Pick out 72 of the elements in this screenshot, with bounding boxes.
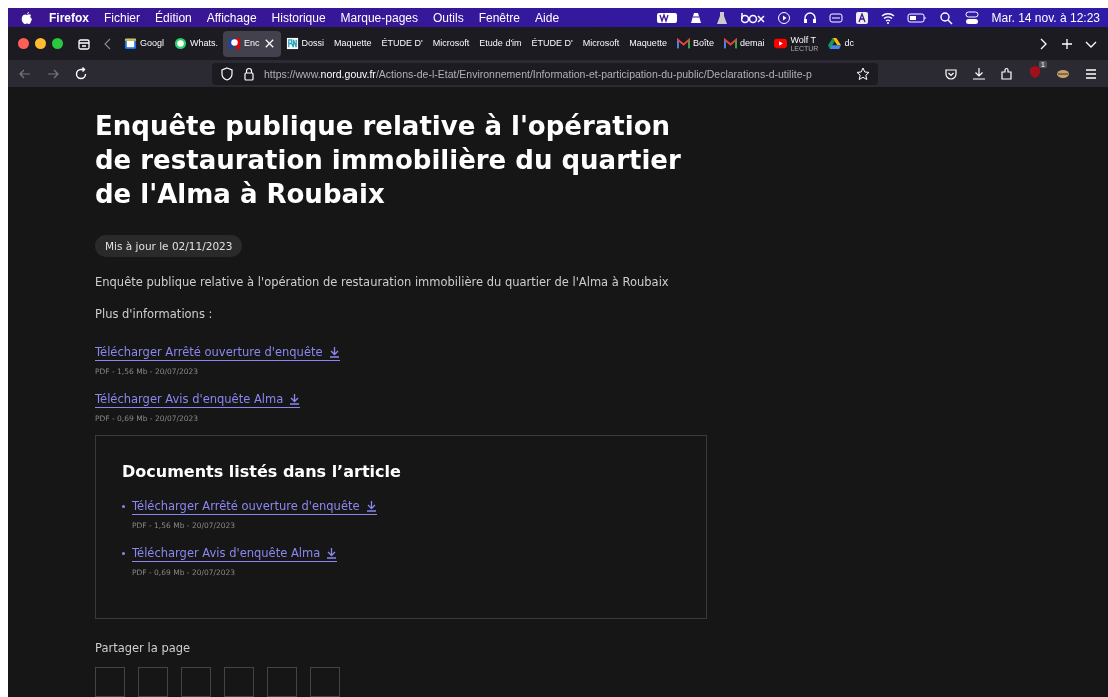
download-icon[interactable] bbox=[972, 66, 986, 81]
menu-item[interactable]: Firefox bbox=[49, 10, 89, 25]
calendar-icon bbox=[124, 37, 137, 51]
browser-tab[interactable]: Microsoft bbox=[427, 30, 475, 57]
download-icon bbox=[328, 346, 340, 358]
lock-icon[interactable] bbox=[242, 66, 256, 81]
browser-tab[interactable]: Maquette bbox=[624, 30, 672, 57]
new-tab-icon[interactable] bbox=[1060, 36, 1074, 51]
menu-item[interactable]: Édition bbox=[155, 10, 192, 25]
menu-item[interactable]: Affichage bbox=[206, 10, 257, 25]
browser-tab[interactable]: Boîte bbox=[671, 30, 719, 57]
play-icon[interactable] bbox=[777, 10, 792, 25]
browser-tab[interactable]: ÉTUDE D' bbox=[526, 30, 578, 57]
shield-icon[interactable] bbox=[220, 66, 234, 81]
profile-icon bbox=[228, 37, 242, 51]
browser-tab[interactable]: Microsoft bbox=[577, 30, 625, 57]
download-link[interactable]: Télécharger Arrêté ouverture d'enquête bbox=[132, 499, 377, 515]
browser-tab[interactable]: ÉTUDE D' bbox=[376, 30, 428, 57]
panel-title: Documents listés dans l’article bbox=[122, 462, 402, 481]
browser-tab[interactable]: dc bbox=[823, 30, 859, 57]
mail-icon bbox=[723, 37, 737, 51]
section-label: Plus d'informations : bbox=[95, 307, 214, 321]
minimize-window-button[interactable] bbox=[35, 38, 46, 50]
menu-item[interactable]: Marque-pages bbox=[340, 10, 418, 25]
download-icon bbox=[289, 393, 301, 405]
flask-icon[interactable] bbox=[715, 10, 730, 25]
browser-tab[interactable]: Dossi bbox=[280, 30, 330, 57]
intro-text: Enquête publique relative à l'opération de restauration immobilière du quartier de l'Alma à Roubaix bbox=[95, 275, 670, 289]
bullet-icon bbox=[122, 552, 125, 556]
menu-item[interactable]: Fichier bbox=[104, 10, 141, 25]
menu-item[interactable]: Fenêtre bbox=[478, 10, 521, 25]
chat-bubble-icon bbox=[174, 37, 188, 51]
pocket-icon[interactable] bbox=[944, 66, 958, 81]
update-date-tag: Mis à jour le 02/11/2023 bbox=[95, 235, 243, 257]
page-title: Enquête publique relative à l'opération de restauration immobilière du quartier de l'Alma à Roubaix bbox=[95, 110, 682, 211]
control-center-icon[interactable] bbox=[965, 10, 980, 25]
menu-item[interactable]: Aide bbox=[535, 10, 560, 25]
star-icon[interactable] bbox=[856, 66, 870, 81]
download-icon bbox=[365, 500, 377, 512]
maximize-window-button[interactable] bbox=[52, 38, 63, 50]
reload-icon[interactable] bbox=[74, 66, 88, 81]
browser-tab[interactable]: Enc bbox=[223, 30, 281, 57]
close-window-button[interactable] bbox=[18, 38, 29, 50]
tab-overview-icon[interactable] bbox=[77, 36, 91, 51]
bullet-icon bbox=[122, 505, 125, 509]
menu-item[interactable]: Outils bbox=[433, 10, 464, 25]
battery-icon[interactable] bbox=[907, 10, 928, 25]
download-link[interactable]: Télécharger Avis d'enquête Alma bbox=[95, 392, 301, 408]
browser-tab[interactable]: Whats. bbox=[169, 30, 224, 57]
input-source-icon[interactable] bbox=[855, 10, 870, 25]
clock[interactable]: Mar. 14 nov. à 12:23 bbox=[991, 10, 1100, 25]
headphones-icon[interactable] bbox=[803, 10, 818, 25]
address-field[interactable]: https://www.nord.gouv.fr/Actions-de-l-Etat/Environnement/Information-et-participation-du-public/Declarations-d-utilite-p bbox=[212, 62, 878, 85]
search-icon[interactable] bbox=[939, 10, 954, 25]
menu-icon[interactable] bbox=[1084, 66, 1098, 81]
browser-tab[interactable]: Googl bbox=[119, 30, 170, 57]
triangle-logo-icon bbox=[828, 37, 842, 51]
download-icon bbox=[326, 547, 338, 559]
logo-icon bbox=[285, 37, 299, 51]
browser-tab[interactable]: Etude d'im bbox=[474, 30, 527, 57]
apple-icon[interactable] bbox=[20, 10, 34, 25]
menu-item[interactable]: Historique bbox=[271, 10, 326, 25]
share-label: Partager la page bbox=[95, 641, 192, 655]
traffic-cone-icon[interactable] bbox=[689, 10, 704, 25]
download-link[interactable]: Télécharger Arrêté ouverture d'enquête bbox=[95, 345, 340, 361]
mail-icon bbox=[676, 37, 690, 51]
cloud-storage-icon[interactable] bbox=[741, 10, 766, 25]
browser-tab[interactable]: Maquette bbox=[329, 30, 377, 57]
download-link[interactable]: Télécharger Avis d'enquête Alma bbox=[132, 546, 338, 562]
play-icon bbox=[774, 37, 788, 51]
browser-tab[interactable]: demai bbox=[718, 30, 770, 57]
wifi-icon[interactable] bbox=[881, 10, 896, 25]
